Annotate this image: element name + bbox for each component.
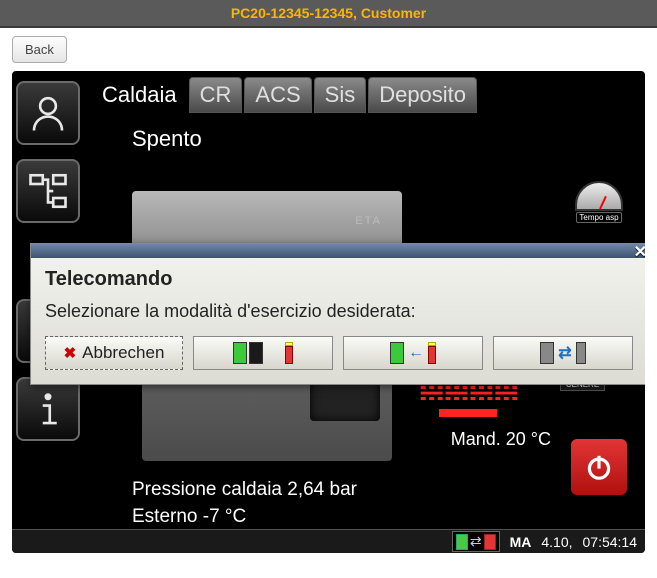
dialog-body: Telecomando Selezionare la modalità d'es… [31, 258, 645, 384]
tab-cr[interactable]: CR [189, 77, 243, 113]
back-button[interactable]: Back [12, 36, 67, 63]
tab-bar: Caldaia CR ACS Sis Deposito [92, 77, 477, 113]
gauge-icon [575, 181, 623, 211]
cancel-label: Abbrechen [82, 343, 164, 363]
schema-icon [27, 170, 69, 212]
tab-caldaia[interactable]: Caldaia [92, 78, 187, 112]
boiler-brand: ETA [355, 215, 382, 227]
statusbar-mode-icon: ⇄ [452, 531, 500, 552]
heating-icon: 𝍐𝍐𝍐𝍐 [436, 381, 500, 429]
dialog-close-button[interactable]: ✕ [634, 242, 645, 262]
telecomando-dialog: ✕ Telecomando Selezionare la modalità d'… [30, 243, 645, 385]
mini-sensor-icon [456, 534, 468, 550]
tab-deposito[interactable]: Deposito [368, 77, 477, 113]
boiler-status: Spento [132, 126, 202, 152]
hmi-screen: Caldaia CR ACS Sis Deposito Spento ETA T… [12, 71, 645, 553]
power-button[interactable] [571, 439, 627, 495]
mode-standby-icon [233, 342, 293, 364]
mode-load-button[interactable]: ← [343, 336, 483, 370]
info-icon [27, 388, 69, 430]
dialog-text: Selezionare la modalità d'esercizio desi… [45, 301, 637, 322]
sidebar-info-button[interactable] [16, 377, 80, 441]
boiler-top: ETA [132, 191, 402, 251]
power-icon [583, 451, 615, 483]
mode-standby-button[interactable] [193, 336, 333, 370]
flow-temp-label: Mand. 20 °C [451, 429, 551, 450]
dialog-button-row: ✖ Abbrechen ← [45, 336, 637, 370]
statusbar-date: 4.10, [541, 534, 572, 550]
tempo-gauge[interactable]: Tempo asp [571, 181, 627, 237]
title-text: PC20-12345-12345, Customer [231, 5, 426, 21]
tempo-label: Tempo asp [576, 212, 621, 223]
title-bar: PC20-12345-12345, Customer [0, 0, 657, 28]
statusbar-day: MA [510, 534, 532, 550]
sidebar-user-button[interactable] [16, 81, 80, 145]
mini-exchange-icon: ⇄ [470, 533, 482, 550]
mini-heater-icon [484, 534, 496, 550]
status-bar: ⇄ MA 4.10, 07:54:14 [12, 529, 645, 553]
mode-auto-button[interactable]: ⇄ [493, 336, 633, 370]
tab-acs[interactable]: ACS [244, 77, 311, 113]
sidebar-schema-button[interactable] [16, 159, 80, 223]
cancel-button[interactable]: ✖ Abbrechen [45, 336, 183, 370]
tab-sis[interactable]: Sis [314, 77, 367, 113]
mode-load-icon: ← [390, 342, 436, 364]
heat-bar-icon [439, 409, 497, 417]
mode-auto-icon: ⇄ [540, 342, 585, 364]
statusbar-time: 07:54:14 [583, 534, 638, 550]
cancel-x-icon: ✖ [64, 344, 77, 362]
dialog-header: ✕ [31, 244, 645, 258]
user-icon [27, 92, 69, 134]
toolbar: Back [0, 28, 657, 71]
boiler-pressure-label: Pressione caldaia 2,64 bar [132, 479, 357, 501]
dialog-title: Telecomando [45, 268, 637, 291]
outdoor-temp-label: Esterno -7 °C [132, 506, 246, 528]
